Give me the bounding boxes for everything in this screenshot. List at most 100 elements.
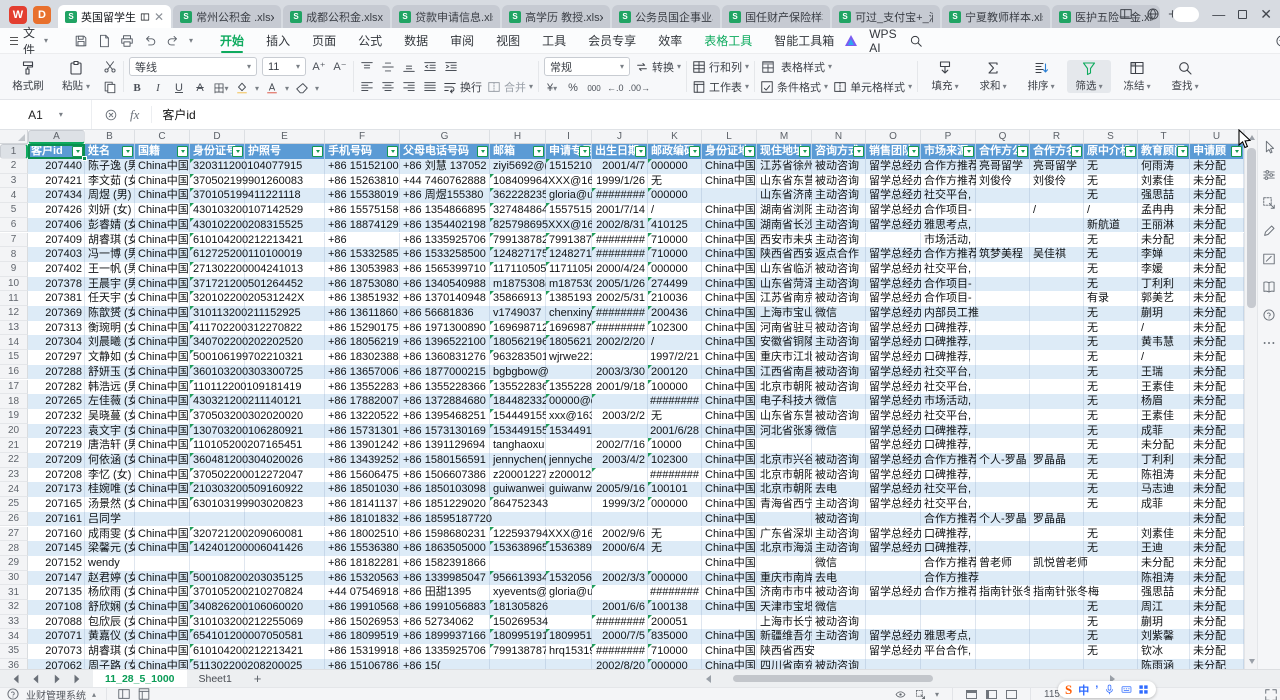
eraser-button[interactable] [294, 80, 310, 96]
cancel-icon[interactable] [104, 108, 118, 122]
row-header[interactable]: 35 [0, 644, 28, 659]
hscroll-left-icon[interactable] [706, 675, 711, 683]
pointer-icon[interactable] [1262, 140, 1276, 154]
column-header-I[interactable]: I [546, 130, 592, 144]
redo-icon[interactable] [166, 34, 180, 48]
mic-icon[interactable] [1104, 684, 1115, 695]
outline-icon[interactable] [137, 687, 151, 700]
pen-icon[interactable] [1262, 224, 1276, 238]
column-header-S[interactable]: S [1084, 130, 1138, 144]
table-style-button[interactable]: 表格样式▾ [781, 59, 832, 75]
row-header[interactable]: 24 [0, 482, 28, 497]
search-icon[interactable] [909, 34, 923, 48]
layout-icon[interactable] [1119, 7, 1133, 21]
file-tab[interactable]: S成都公积金.xlsx [283, 5, 390, 28]
row-header[interactable]: 4 [0, 188, 28, 203]
quick-access-caret-icon[interactable]: ▾ [189, 36, 193, 45]
indent-decrease-button[interactable] [422, 59, 438, 75]
font-decrease-button[interactable]: A⁻ [332, 59, 348, 75]
filter-button[interactable] [799, 146, 810, 157]
menu-item[interactable]: 效率 [647, 28, 693, 53]
menu-item[interactable]: 智能工具箱 [763, 28, 845, 53]
row-header-1[interactable]: 1 [0, 144, 28, 159]
sheet-tab[interactable]: Sheet1 [187, 670, 244, 688]
row-header[interactable]: 10 [0, 277, 28, 292]
file-tab[interactable]: S宁夏教师样本.xlsx [942, 5, 1050, 28]
edit-icon[interactable] [1262, 252, 1276, 266]
row-header[interactable]: 18 [0, 394, 28, 409]
row-header[interactable]: 23 [0, 468, 28, 483]
file-tab[interactable]: S国任财产保险样本.x [722, 5, 830, 28]
next-sheet-icon[interactable] [50, 672, 64, 686]
name-box[interactable]: A1▾ [0, 100, 92, 129]
row-header[interactable]: 28 [0, 541, 28, 556]
bold-button[interactable]: B [129, 80, 145, 96]
copy-button[interactable] [102, 79, 118, 95]
column-header-K[interactable]: K [648, 130, 702, 144]
cell-style-button[interactable]: 单元格样式▾ [833, 79, 912, 95]
maximize-button[interactable] [1238, 10, 1247, 19]
align-left-button[interactable] [359, 79, 375, 95]
indent-increase-button[interactable] [443, 59, 459, 75]
column-header-P[interactable]: P [921, 130, 976, 144]
filter-button[interactable] [579, 146, 590, 157]
percent-button[interactable]: % [565, 80, 581, 96]
italic-button[interactable]: I [150, 80, 166, 96]
font-name-select[interactable]: 等线▾ [129, 57, 257, 76]
insert-function-icon[interactable]: fx [130, 107, 139, 123]
font-increase-button[interactable]: A⁺ [311, 59, 327, 75]
first-sheet-icon[interactable] [8, 672, 22, 686]
ime-punctuation-toggle[interactable]: ’ [1095, 684, 1098, 696]
row-header[interactable]: 8 [0, 247, 28, 262]
filter-button[interactable] [1071, 146, 1082, 157]
menu-item[interactable]: 开始 [209, 28, 255, 53]
column-header-A[interactable]: A [28, 130, 85, 144]
split-view-icon[interactable] [117, 687, 131, 700]
column-header-Q[interactable]: Q [976, 130, 1030, 144]
row-header[interactable]: 11 [0, 291, 28, 306]
decrease-decimal-button[interactable]: .00→ [629, 80, 651, 96]
wps-logo[interactable]: W [9, 6, 27, 24]
column-header-B[interactable]: B [85, 130, 135, 144]
dots-icon[interactable] [1262, 336, 1276, 350]
fill-color-button[interactable] [234, 80, 250, 96]
filter-button[interactable] [312, 146, 323, 157]
filter-button[interactable] [908, 146, 919, 157]
file-tab[interactable]: S高学历 教授.xlsx [502, 5, 610, 28]
menu-item[interactable]: 页面 [301, 28, 347, 53]
align-right-button[interactable] [401, 79, 417, 95]
close-button[interactable]: ✕ [1260, 6, 1272, 23]
globe-icon[interactable] [1146, 7, 1160, 21]
column-header-H[interactable]: H [490, 130, 546, 144]
筛选-button[interactable]: 筛选 ▾ [1067, 60, 1111, 93]
select-all-corner[interactable] [0, 130, 28, 144]
column-header-R[interactable]: R [1030, 130, 1084, 144]
export-icon[interactable] [97, 34, 111, 48]
row-header[interactable]: 15 [0, 350, 28, 365]
column-header-N[interactable]: N [812, 130, 866, 144]
vertical-scroll-thumb[interactable] [1247, 148, 1256, 308]
normal-view-icon[interactable] [966, 690, 977, 699]
row-header[interactable]: 13 [0, 321, 28, 336]
selection-mode-icon[interactable] [915, 689, 926, 700]
merge-cells-button[interactable]: 合并▾ [487, 79, 533, 95]
formula-content[interactable]: 客户id [151, 106, 195, 123]
align-justify-button[interactable] [422, 79, 438, 95]
row-header[interactable]: 17 [0, 380, 28, 395]
add-sheet-button[interactable]: + [244, 671, 272, 686]
row-header[interactable]: 6 [0, 218, 28, 233]
font-size-select[interactable]: 11▾ [262, 57, 306, 76]
keyboard-icon[interactable] [1121, 684, 1132, 695]
填充-button[interactable]: 填充 ▾ [923, 60, 967, 93]
strikethrough-button[interactable]: A [192, 80, 208, 96]
column-header-U[interactable]: U [1190, 130, 1244, 144]
paste-button[interactable]: 粘贴 ▾ [54, 60, 98, 93]
underline-button[interactable]: U [171, 80, 187, 96]
file-tab[interactable]: S公务员国企事业单位 [612, 5, 720, 28]
filter-button[interactable] [387, 146, 398, 157]
column-header-E[interactable]: E [245, 130, 325, 144]
undo-icon[interactable] [143, 34, 157, 48]
font-color-button[interactable] [264, 80, 280, 96]
menu-item[interactable]: 公式 [347, 28, 393, 53]
print-icon[interactable] [120, 34, 134, 48]
